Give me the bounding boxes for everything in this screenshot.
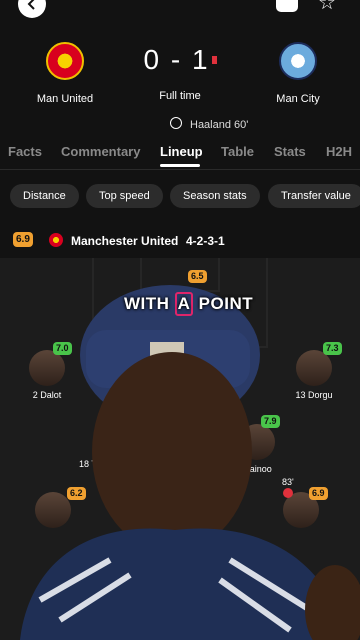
video-overlay-person [20,285,360,640]
caption-pre: WITH [124,294,175,313]
video-caption: WITH A POINT [124,292,253,316]
caption-highlight: A [174,292,194,316]
caption-post: POINT [193,294,254,313]
